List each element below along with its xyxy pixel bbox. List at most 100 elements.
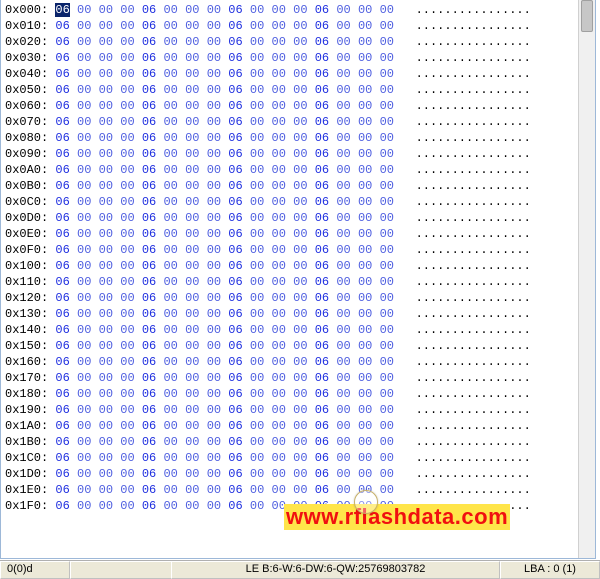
hex-byte[interactable]: 06 (142, 211, 156, 225)
hex-byte[interactable]: 06 (315, 243, 329, 257)
hex-byte[interactable]: 00 (120, 115, 134, 129)
hex-byte[interactable]: 06 (142, 163, 156, 177)
hex-byte[interactable]: 06 (315, 307, 329, 321)
hex-byte[interactable]: 00 (77, 243, 91, 257)
hex-byte[interactable]: 00 (272, 3, 286, 17)
hex-byte[interactable]: 00 (185, 435, 199, 449)
hex-byte[interactable]: 00 (120, 3, 134, 17)
hex-byte[interactable]: 00 (336, 67, 350, 81)
hex-byte[interactable]: 00 (99, 179, 113, 193)
hex-byte[interactable]: 06 (55, 163, 69, 177)
hex-byte[interactable]: 00 (293, 51, 307, 65)
hex-byte[interactable]: 06 (55, 291, 69, 305)
hex-row[interactable]: 0x0A0: 06 00 00 00 06 00 00 00 06 00 00 … (5, 162, 575, 178)
hex-byte[interactable]: 00 (250, 195, 264, 209)
hex-byte[interactable]: 06 (55, 227, 69, 241)
hex-byte[interactable]: 00 (185, 35, 199, 49)
hex-byte[interactable]: 06 (315, 227, 329, 241)
hex-byte[interactable]: 00 (358, 115, 372, 129)
hex-byte[interactable]: 00 (380, 243, 394, 257)
hex-byte[interactable]: 00 (77, 147, 91, 161)
hex-byte[interactable]: 00 (120, 355, 134, 369)
hex-byte[interactable]: 00 (207, 435, 221, 449)
ascii-column[interactable]: ................ (401, 323, 531, 337)
hex-byte[interactable]: 00 (163, 179, 177, 193)
hex-byte[interactable]: 06 (55, 131, 69, 145)
hex-byte[interactable]: 00 (99, 227, 113, 241)
hex-byte[interactable]: 06 (315, 259, 329, 273)
hex-byte[interactable]: 00 (380, 403, 394, 417)
hex-byte[interactable]: 00 (163, 291, 177, 305)
hex-byte[interactable]: 00 (380, 131, 394, 145)
hex-byte[interactable]: 00 (272, 291, 286, 305)
hex-byte[interactable]: 06 (228, 483, 242, 497)
hex-byte[interactable]: 00 (163, 259, 177, 273)
hex-byte[interactable]: 00 (163, 403, 177, 417)
hex-byte[interactable]: 00 (185, 243, 199, 257)
hex-byte[interactable]: 00 (120, 147, 134, 161)
hex-byte[interactable]: 00 (163, 275, 177, 289)
hex-byte[interactable]: 00 (207, 499, 221, 513)
hex-byte[interactable]: 00 (185, 355, 199, 369)
hex-row[interactable]: 0x150: 06 00 00 00 06 00 00 00 06 00 00 … (5, 338, 575, 354)
hex-byte[interactable]: 00 (207, 355, 221, 369)
hex-byte[interactable]: 00 (272, 483, 286, 497)
hex-byte[interactable]: 06 (55, 483, 69, 497)
ascii-column[interactable]: ................ (401, 291, 531, 305)
hex-byte[interactable]: 00 (336, 419, 350, 433)
hex-byte[interactable]: 00 (99, 131, 113, 145)
hex-byte[interactable]: 00 (250, 131, 264, 145)
hex-byte[interactable]: 06 (55, 35, 69, 49)
hex-byte[interactable]: 00 (358, 147, 372, 161)
hex-byte[interactable]: 00 (380, 67, 394, 81)
hex-byte[interactable]: 00 (293, 147, 307, 161)
hex-byte[interactable]: 00 (207, 451, 221, 465)
hex-byte[interactable]: 00 (99, 67, 113, 81)
hex-byte[interactable]: 00 (120, 179, 134, 193)
hex-byte[interactable]: 00 (358, 163, 372, 177)
hex-byte[interactable]: 00 (293, 99, 307, 113)
hex-byte[interactable]: 00 (380, 19, 394, 33)
hex-byte[interactable]: 00 (99, 243, 113, 257)
hex-byte[interactable]: 00 (293, 3, 307, 17)
hex-byte[interactable]: 00 (336, 179, 350, 193)
hex-byte[interactable]: 00 (293, 275, 307, 289)
hex-byte[interactable]: 00 (250, 115, 264, 129)
hex-byte[interactable]: 06 (228, 371, 242, 385)
ascii-column[interactable]: ................ (401, 483, 531, 497)
hex-byte[interactable]: 00 (336, 243, 350, 257)
hex-byte[interactable]: 00 (163, 67, 177, 81)
hex-byte[interactable]: 00 (250, 99, 264, 113)
hex-byte[interactable]: 00 (120, 499, 134, 513)
hex-byte[interactable]: 00 (207, 211, 221, 225)
hex-byte[interactable]: 06 (55, 307, 69, 321)
hex-byte[interactable]: 06 (142, 3, 156, 17)
hex-byte[interactable]: 00 (250, 243, 264, 257)
hex-byte[interactable]: 00 (336, 275, 350, 289)
hex-byte[interactable]: 00 (272, 19, 286, 33)
hex-byte[interactable]: 00 (380, 195, 394, 209)
hex-byte[interactable]: 06 (142, 499, 156, 513)
hex-byte[interactable]: 06 (228, 435, 242, 449)
hex-byte[interactable]: 00 (77, 435, 91, 449)
hex-byte[interactable]: 06 (55, 211, 69, 225)
hex-byte[interactable]: 00 (336, 355, 350, 369)
hex-byte[interactable]: 06 (55, 259, 69, 273)
hex-byte[interactable]: 00 (250, 83, 264, 97)
hex-byte[interactable]: 00 (120, 403, 134, 417)
hex-row[interactable]: 0x100: 06 00 00 00 06 00 00 00 06 00 00 … (5, 258, 575, 274)
hex-byte[interactable]: 06 (228, 35, 242, 49)
hex-byte[interactable]: 06 (55, 243, 69, 257)
hex-byte[interactable]: 06 (228, 307, 242, 321)
ascii-column[interactable]: ................ (401, 195, 531, 209)
hex-byte[interactable]: 06 (55, 467, 69, 481)
hex-byte[interactable]: 06 (55, 83, 69, 97)
hex-byte[interactable]: 00 (358, 499, 372, 513)
hex-byte[interactable]: 00 (77, 291, 91, 305)
hex-byte[interactable]: 06 (228, 275, 242, 289)
hex-byte[interactable]: 00 (250, 67, 264, 81)
hex-byte[interactable]: 00 (250, 3, 264, 17)
hex-row[interactable]: 0x170: 06 00 00 00 06 00 00 00 06 00 00 … (5, 370, 575, 386)
hex-byte[interactable]: 00 (163, 243, 177, 257)
hex-byte[interactable]: 00 (99, 291, 113, 305)
